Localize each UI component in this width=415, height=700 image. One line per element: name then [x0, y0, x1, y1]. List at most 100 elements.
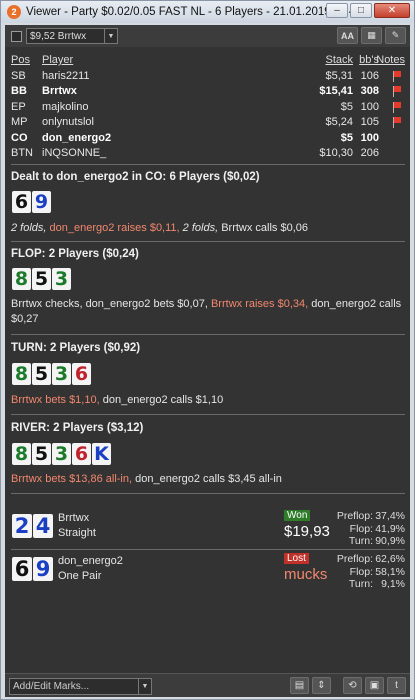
result-hand: Straight [58, 527, 96, 539]
player-pos: BB [11, 85, 27, 97]
divider [11, 334, 405, 335]
spin-icon[interactable]: ⇕ [312, 677, 331, 694]
col-notes[interactable]: Notes [376, 54, 405, 66]
result-cards: 2 4 [12, 514, 53, 538]
toolbar-buttons: AA ▦ ✎ [337, 27, 406, 44]
notes-flag-icon[interactable] [392, 101, 402, 113]
river-actions: Brrtwx bets $13,86 all-in, don_energo2 c… [11, 472, 405, 487]
chevron-down-icon[interactable]: ▼ [138, 679, 151, 694]
notes-flag-icon[interactable] [392, 117, 402, 128]
players-table-header: Pos Player Stack bb's Notes [11, 53, 405, 69]
table-row[interactable]: MP onlynutslol $5,24 105 [11, 115, 405, 131]
result-player: Brrtwx [58, 512, 90, 524]
card: 3 [52, 363, 71, 385]
refresh-icon[interactable]: ⟲ [343, 677, 362, 694]
equity-stat: Flop: 41,9% [335, 523, 405, 536]
player-bbs: 105 [360, 116, 379, 128]
turn-cards: 8 5 3 6 [12, 363, 91, 385]
player-bbs: 100 [360, 100, 379, 113]
stat-value: 90,9% [375, 535, 405, 547]
player-select[interactable]: $9,52 Brrtwx ▼ [26, 28, 118, 44]
player-stack: $10,30 [319, 147, 353, 159]
result-cards: 6 9 [12, 557, 53, 581]
title-bar[interactable]: 2 Viewer - Party $0.02/0.05 FAST NL - 6 … [1, 1, 414, 23]
action-text: Brrtwx calls $0,06 [221, 222, 308, 234]
font-size-button[interactable]: AA [337, 27, 358, 44]
table-row[interactable]: EP majkolino $5 100 [11, 100, 405, 116]
grid-icon[interactable]: ▦ [361, 27, 382, 44]
col-pos[interactable]: Pos [11, 54, 30, 66]
player-name: haris2211 [42, 69, 90, 82]
stat-value: 41,9% [375, 522, 405, 535]
bottom-toolbar: Add/Edit Marks... ▼ ▤ ⇕ ⟲ ▣ t [5, 673, 410, 697]
equity-stat: Turn: 90,9% [335, 535, 405, 548]
marks-select-value: Add/Edit Marks... [13, 681, 90, 692]
minimize-button[interactable]: – [326, 3, 348, 18]
player-bbs: 106 [360, 69, 379, 82]
action-text: Brrtwx raises $0,34, [210, 298, 309, 310]
chevron-down-icon[interactable]: ▼ [104, 29, 117, 43]
player-stack: $5,31 [325, 69, 353, 82]
player-stack: $5,24 [325, 116, 353, 128]
equity-stats: Preflop: 37,4% Flop: 41,9% Turn: 90,9% [335, 510, 405, 548]
action-text: 2 folds, [182, 222, 219, 234]
stat-label: Turn: [348, 535, 373, 547]
notes-flag-icon[interactable] [392, 70, 402, 82]
stat-label: Preflop: [336, 510, 373, 522]
table-row[interactable]: BTN iNQSONNE_ $10,30 206 [11, 146, 405, 162]
card: K [92, 443, 111, 465]
action-text: don_energo2 raises $0,11, [49, 222, 180, 234]
card: 8 [12, 363, 31, 385]
player-pos: MP [11, 116, 28, 128]
card: 9 [32, 191, 51, 213]
stat-value: 9,1% [381, 578, 405, 590]
player-name: Brrtwx [42, 85, 77, 97]
equity-stat: Turn: 9,1% [335, 578, 405, 591]
stat-label: Flop: [349, 522, 373, 535]
save-icon[interactable]: ▣ [365, 677, 384, 694]
top-toolbar: $9,52 Brrtwx ▼ AA ▦ ✎ [5, 25, 410, 47]
result-player: don_energo2 [58, 555, 123, 567]
list-icon[interactable]: ▤ [290, 677, 309, 694]
stat-value: 37,4% [375, 510, 405, 522]
player-stack: $5 [340, 131, 353, 144]
stat-label: Turn: [348, 578, 373, 590]
table-row[interactable]: SB haris2211 $5,31 106 [11, 69, 405, 85]
table-row[interactable]: BB Brrtwx $15,41 308 [11, 84, 405, 100]
turn-title: TURN: 2 Players ($0,92) [11, 342, 141, 354]
filter-checkbox[interactable] [11, 30, 22, 42]
card: 3 [52, 443, 71, 465]
result-amount: $19,93 [284, 523, 330, 540]
card: 6 [12, 557, 32, 581]
viewer-window: 2 Viewer - Party $0.02/0.05 FAST NL - 6 … [0, 0, 415, 700]
divider [11, 493, 405, 494]
river-cards: 8 5 3 6 K [12, 443, 111, 465]
result-amount: mucks [284, 566, 328, 583]
equity-stat: Preflop: 37,4% [335, 510, 405, 523]
table-row[interactable]: CO don_energo2 $5 100 [11, 131, 405, 147]
divider [11, 241, 405, 242]
player-bbs: 100 [360, 131, 379, 144]
maximize-button[interactable]: □ [350, 3, 372, 18]
player-pos: SB [11, 69, 26, 82]
card: 8 [12, 268, 31, 290]
divider [11, 414, 405, 415]
col-player[interactable]: Player [42, 54, 73, 66]
twitter-icon[interactable]: t [387, 677, 406, 694]
window-controls: – □ ✕ [326, 3, 410, 18]
close-button[interactable]: ✕ [374, 3, 410, 18]
players-table: Pos Player Stack bb's Notes SB haris2211… [11, 53, 405, 162]
marks-select[interactable]: Add/Edit Marks... ▼ [9, 678, 152, 695]
player-select-value: $9,52 Brrtwx [30, 30, 87, 42]
col-stack[interactable]: Stack [325, 54, 353, 66]
card: 6 [72, 443, 91, 465]
won-badge: Won [284, 510, 311, 521]
player-name: iNQSONNE_ [42, 147, 107, 159]
notes-flag-icon[interactable] [392, 86, 402, 97]
card: 9 [33, 557, 53, 581]
card: 4 [33, 514, 53, 538]
card: 6 [72, 363, 91, 385]
result-row: 2 4 Brrtwx Straight Won $19,93 Preflop: 3… [11, 510, 405, 548]
edit-icon[interactable]: ✎ [385, 27, 406, 44]
result-row: 6 9 don_energo2 One Pair Lost mucks Pref… [11, 553, 405, 591]
